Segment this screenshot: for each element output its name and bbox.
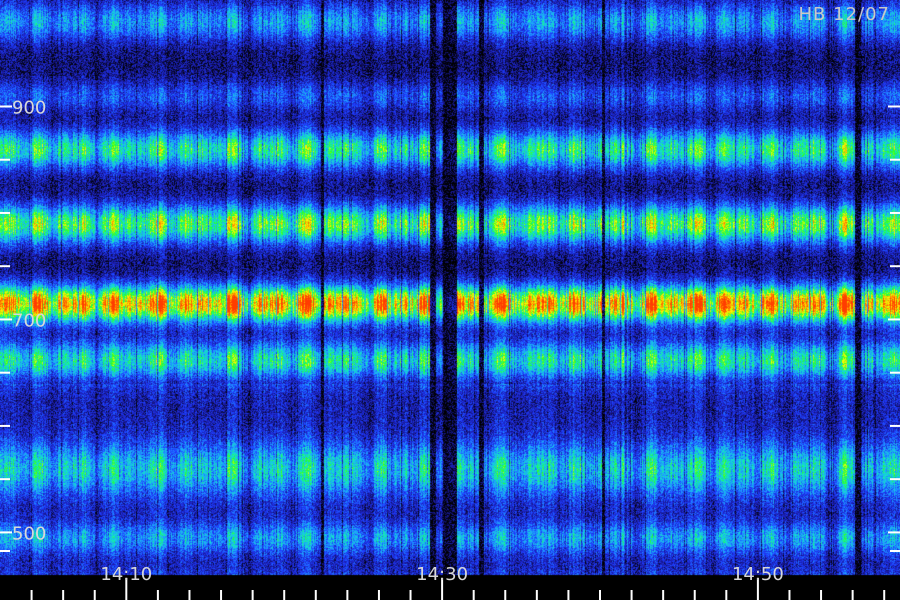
y-axis-right: [888, 105, 900, 552]
y-tick-label: 700: [12, 310, 46, 331]
station-date-badge: HB 12/07: [798, 4, 890, 25]
x-tick-label: 14:10: [100, 564, 152, 585]
x-axis: 14:10 14:30 14:50: [30, 564, 886, 600]
spectrogram-axes: 900 700 500 14:10 14:30 14:50: [0, 97, 900, 600]
y-tick-label: 900: [12, 97, 46, 118]
y-axis-left: 900 700 500: [0, 97, 46, 552]
x-tick-label: 14:30: [416, 564, 468, 585]
y-tick-label: 500: [12, 523, 46, 544]
x-tick-label: 14:50: [732, 564, 784, 585]
